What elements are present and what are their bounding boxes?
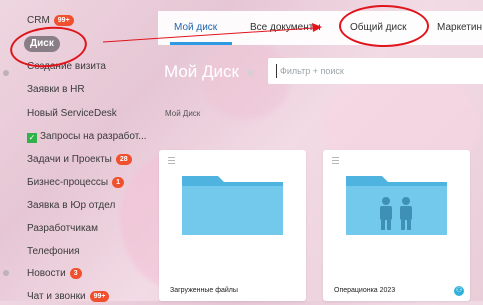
annotation-arrow-icon [102,23,322,43]
